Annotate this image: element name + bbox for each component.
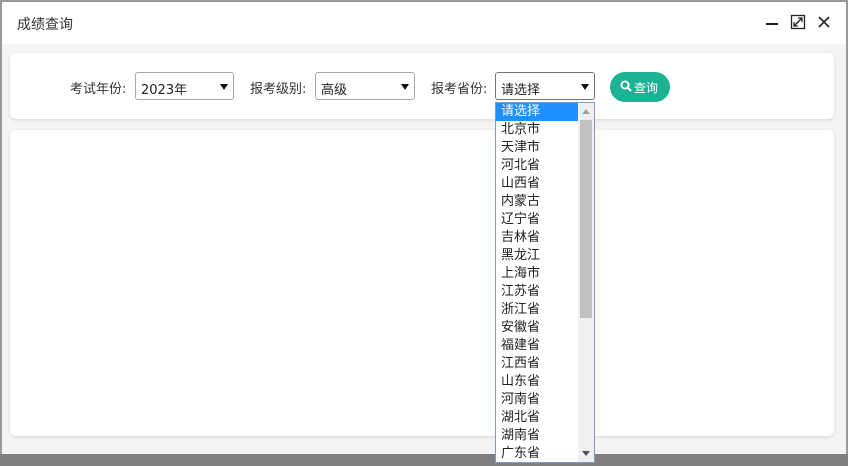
province-label: 报考省份:: [431, 82, 488, 97]
province-option[interactable]: 吉林省: [496, 229, 578, 247]
province-option[interactable]: 福建省: [496, 337, 578, 355]
chevron-down-icon: [582, 451, 590, 456]
province-option[interactable]: 安徽省: [496, 319, 578, 337]
province-options: 请选择 北京市 天津市 河北省 山西省 内蒙古 辽宁省 吉林省 黑龙江 上海市 江苏省 浙江省 安徽省福…: [496, 103, 578, 462]
province-option[interactable]: 浙江省: [496, 301, 578, 319]
title-bar: 成绩查询: [2, 2, 846, 44]
province-option[interactable]: 湖北省: [496, 409, 578, 427]
scroll-down-button[interactable]: [578, 445, 594, 462]
scrollbar-thumb[interactable]: [580, 120, 592, 318]
maximize-button[interactable]: [788, 12, 808, 32]
level-label: 报考级别:: [250, 82, 307, 97]
window-border: [0, 454, 848, 466]
maximize-icon: [790, 14, 806, 30]
province-select[interactable]: 请选择: [495, 72, 595, 100]
year-select[interactable]: 2023年: [135, 72, 234, 100]
scroll-up-button[interactable]: [578, 103, 594, 120]
search-button[interactable]: 查询: [610, 72, 670, 102]
level-select[interactable]: 高级: [315, 72, 415, 100]
province-option[interactable]: 天津市: [496, 139, 578, 157]
dropdown-scrollbar[interactable]: [578, 103, 594, 462]
province-option[interactable]: 上海市: [496, 265, 578, 283]
search-button-label: 查询: [634, 81, 659, 95]
province-option[interactable]: 江西省: [496, 355, 578, 373]
chevron-down-icon: [220, 84, 228, 90]
level-select-value: 高级: [321, 83, 348, 98]
year-label: 考试年份:: [70, 82, 127, 97]
results-panel: [10, 130, 834, 436]
province-option[interactable]: 山东省: [496, 373, 578, 391]
minimize-icon: [766, 23, 778, 25]
province-option[interactable]: 内蒙古: [496, 193, 578, 211]
province-option[interactable]: 辽宁省: [496, 211, 578, 229]
year-select-value: 2023年: [141, 83, 188, 98]
close-icon: [818, 16, 830, 28]
window-title: 成绩查询: [17, 17, 73, 33]
province-option[interactable]: 广东省: [496, 445, 578, 462]
minimize-button[interactable]: [762, 12, 782, 32]
chevron-down-icon: [401, 84, 409, 90]
province-option[interactable]: 江苏省: [496, 283, 578, 301]
province-option[interactable]: 黑龙江: [496, 247, 578, 265]
province-select-value: 请选择: [501, 83, 541, 98]
province-option[interactable]: 北京市: [496, 121, 578, 139]
filter-panel: [10, 53, 834, 119]
province-option[interactable]: 河南省: [496, 391, 578, 409]
province-dropdown-list[interactable]: 请选择 北京市 天津市 河北省 山西省 内蒙古 辽宁省 吉林省 黑龙江 上海市 江苏省 浙江省 安徽省福…: [495, 102, 595, 463]
province-option[interactable]: 山西省: [496, 175, 578, 193]
chevron-up-icon: [582, 109, 590, 114]
province-option[interactable]: 湖南省: [496, 427, 578, 445]
close-button[interactable]: [814, 12, 834, 32]
province-option[interactable]: 请选择: [496, 103, 578, 121]
province-option[interactable]: 河北省: [496, 157, 578, 175]
chevron-down-icon: [581, 84, 589, 90]
search-icon: [620, 80, 632, 92]
